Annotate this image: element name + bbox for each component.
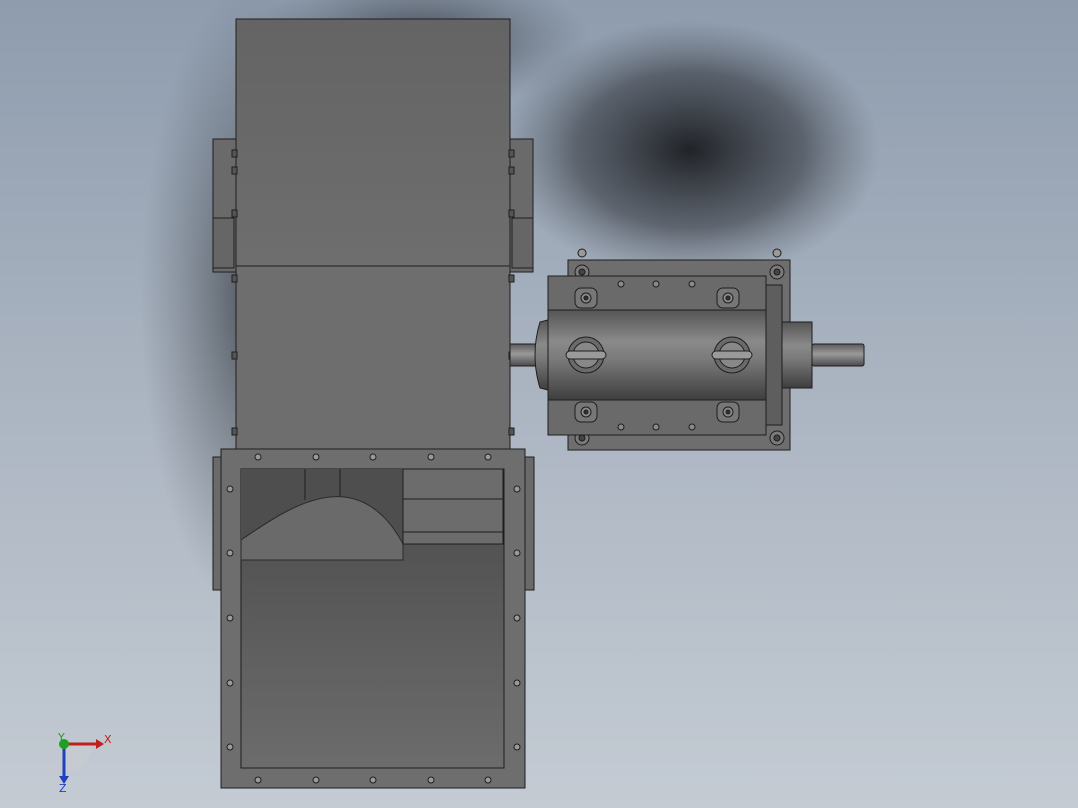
- right-flange-plate: [511, 217, 534, 269]
- triad-quadrant: [64, 744, 92, 772]
- x-axis-label: X: [104, 733, 112, 746]
- main-housing[interactable]: [212, 18, 534, 451]
- outlet-hopper[interactable]: [212, 448, 535, 789]
- housing-middle-section: [235, 265, 511, 451]
- orientation-triad[interactable]: X Y Z: [57, 731, 112, 795]
- left-flange-plate: [212, 217, 235, 269]
- bearing-right-collar: [765, 284, 783, 426]
- bearing-left-cap: [534, 319, 549, 391]
- output-shaft: [811, 343, 865, 367]
- housing-top-section: [235, 18, 511, 267]
- drive-bearing-unit[interactable]: [509, 248, 865, 451]
- cad-viewport[interactable]: X Y Z: [0, 0, 1078, 808]
- z-axis-label: Z: [59, 782, 67, 795]
- y-axis-label: Y: [57, 731, 65, 744]
